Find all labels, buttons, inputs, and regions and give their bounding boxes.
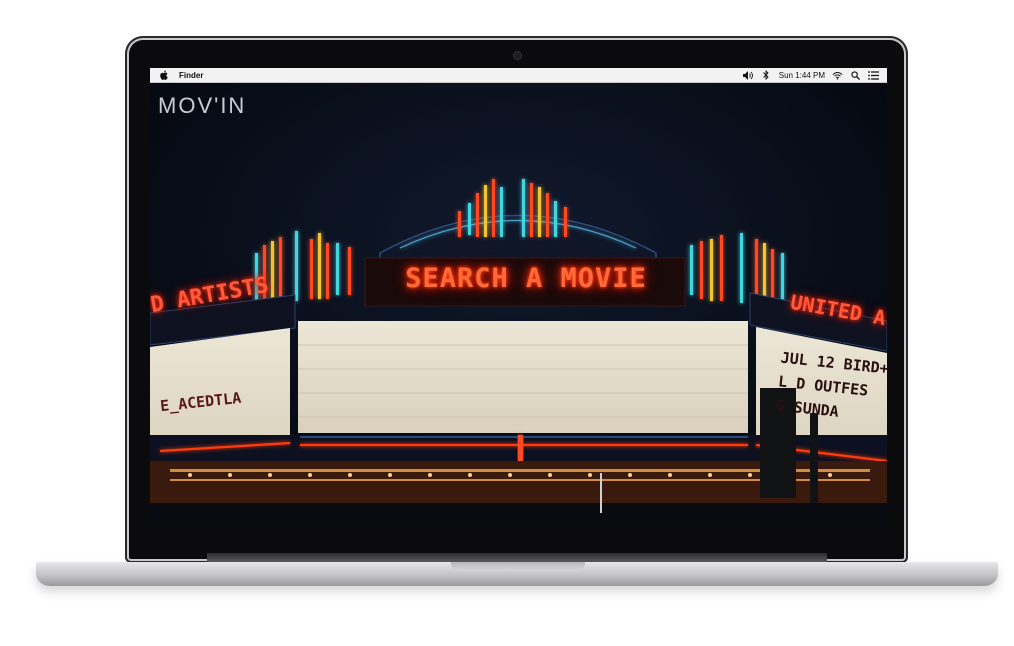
- spotlight-icon[interactable]: [850, 70, 861, 81]
- laptop-screen: Finder Sun 1:44 PM MOV'IN D ARTISTS UNIT…: [150, 68, 887, 523]
- search-movie-sign[interactable]: SEARCH A MOVIE: [371, 263, 681, 294]
- marquee-board-right: JUL 12 BIRD+ L D OUTFES G SUNDA: [775, 346, 887, 429]
- website-hero: MOV'IN D ARTISTS UNITED A SEARCH A MOVIE…: [150, 83, 887, 523]
- menubar-clock[interactable]: Sun 1:44 PM: [779, 71, 825, 80]
- apple-icon[interactable]: [160, 70, 169, 81]
- webcam: [514, 52, 521, 59]
- site-logo[interactable]: MOV'IN: [158, 93, 246, 119]
- menubar-app-name[interactable]: Finder: [179, 71, 203, 80]
- wifi-icon[interactable]: [832, 70, 843, 81]
- mac-menubar: Finder Sun 1:44 PM: [150, 68, 887, 83]
- laptop-notch: [451, 562, 585, 571]
- volume-icon[interactable]: [743, 70, 754, 81]
- notification-center-icon[interactable]: [868, 70, 879, 81]
- bluetooth-icon[interactable]: [761, 70, 772, 81]
- theater-marquee-photo: [150, 83, 887, 523]
- laptop-hinge: [207, 553, 827, 562]
